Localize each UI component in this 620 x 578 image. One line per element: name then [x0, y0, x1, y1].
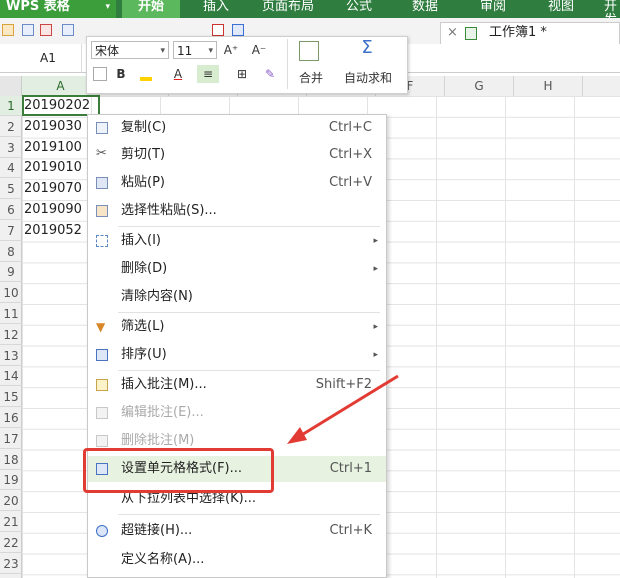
arrow-shaft: [299, 374, 399, 438]
arrow-head: [287, 427, 307, 444]
annotation-arrow: [287, 374, 399, 444]
